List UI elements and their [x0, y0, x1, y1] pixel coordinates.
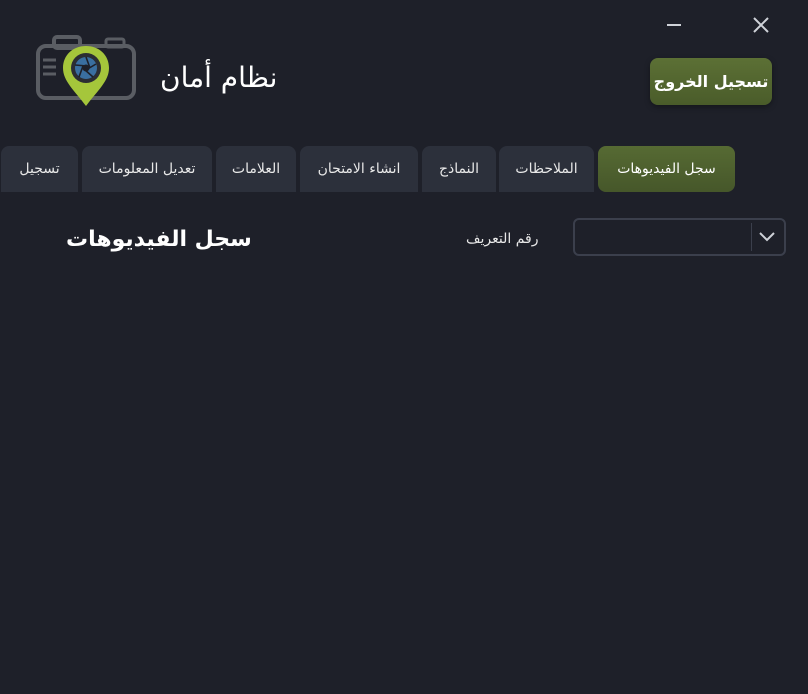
- id-select-value: [583, 220, 742, 254]
- tab-bar: سجل الفيديوهات الملاحظات النماذج انشاء ا…: [0, 146, 808, 192]
- minimize-icon: [667, 24, 681, 26]
- tab-create-exam[interactable]: انشاء الامتحان: [300, 146, 418, 192]
- close-icon: [753, 17, 769, 33]
- app-window: نظام أمان تسجيل الخروج سجل الفيديوهات ال…: [0, 0, 808, 694]
- tab-edit-info[interactable]: تعديل المعلومات: [82, 146, 212, 192]
- tab-register[interactable]: تسجيل: [1, 146, 78, 192]
- minimize-button[interactable]: [659, 10, 689, 40]
- app-logo: [34, 34, 138, 108]
- tab-video-log[interactable]: سجل الفيديوهات: [598, 146, 735, 192]
- chevron-down-icon[interactable]: [758, 229, 776, 245]
- camera-location-icon: [36, 35, 136, 106]
- id-select[interactable]: [573, 218, 786, 256]
- tab-forms[interactable]: النماذج: [422, 146, 496, 192]
- logout-button[interactable]: تسجيل الخروج: [650, 58, 772, 105]
- section-title: سجل الفيديوهات: [66, 227, 252, 252]
- tab-grades[interactable]: العلامات: [216, 146, 296, 192]
- id-select-divider: [751, 223, 752, 251]
- tab-notes[interactable]: الملاحظات: [499, 146, 594, 192]
- app-title: نظام أمان: [160, 61, 278, 94]
- close-button[interactable]: [746, 10, 776, 40]
- id-label: رقم التعريف: [466, 231, 539, 247]
